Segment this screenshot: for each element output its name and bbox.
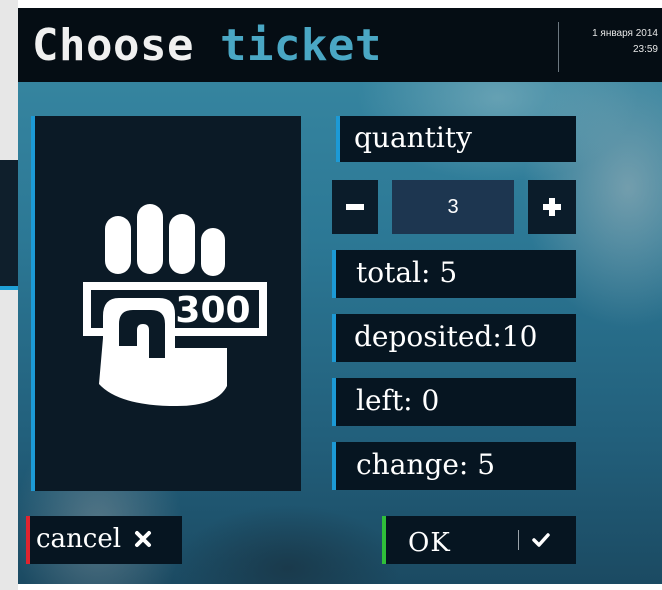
ok-divider: [518, 530, 519, 550]
minus-icon: [346, 204, 364, 210]
plus-icon: [543, 198, 561, 216]
datetime: 1 января 2014 23:59: [592, 26, 658, 58]
date-text: 1 января 2014: [592, 28, 658, 39]
deposited-field: deposited:10: [332, 314, 576, 362]
header-divider: [558, 22, 559, 72]
time-text: 23:59: [632, 44, 658, 55]
left-field: left: 0: [332, 378, 576, 426]
ticket-icon-value: 300: [175, 290, 250, 331]
close-icon: [135, 531, 151, 547]
check-icon: [532, 533, 550, 547]
kiosk-screen: Choose ticket 1 января 2014 23:59 300 qua…: [18, 8, 662, 584]
hand-300-ticket-icon: 300: [83, 204, 267, 406]
quantity-value: 3: [392, 180, 514, 234]
cancel-button[interactable]: cancel: [26, 516, 182, 564]
title-word-ticket: ticket: [219, 20, 382, 71]
decrease-quantity-button[interactable]: [332, 180, 378, 234]
ok-button[interactable]: OK: [382, 516, 576, 564]
header-bar: Choose ticket 1 января 2014 23:59: [18, 8, 662, 82]
cancel-label: cancel: [36, 524, 122, 554]
ticket-image-panel: 300: [31, 116, 301, 491]
change-field: change: 5: [332, 442, 576, 490]
page-title: Choose ticket: [32, 18, 382, 74]
title-word-choose: Choose: [32, 20, 194, 71]
left-edge-bar: [0, 0, 18, 590]
total-field: total: 5: [332, 250, 576, 298]
quantity-label: quantity: [336, 116, 576, 162]
increase-quantity-button[interactable]: [528, 180, 576, 234]
ok-label: OK: [408, 528, 451, 558]
side-tab: [0, 160, 20, 290]
